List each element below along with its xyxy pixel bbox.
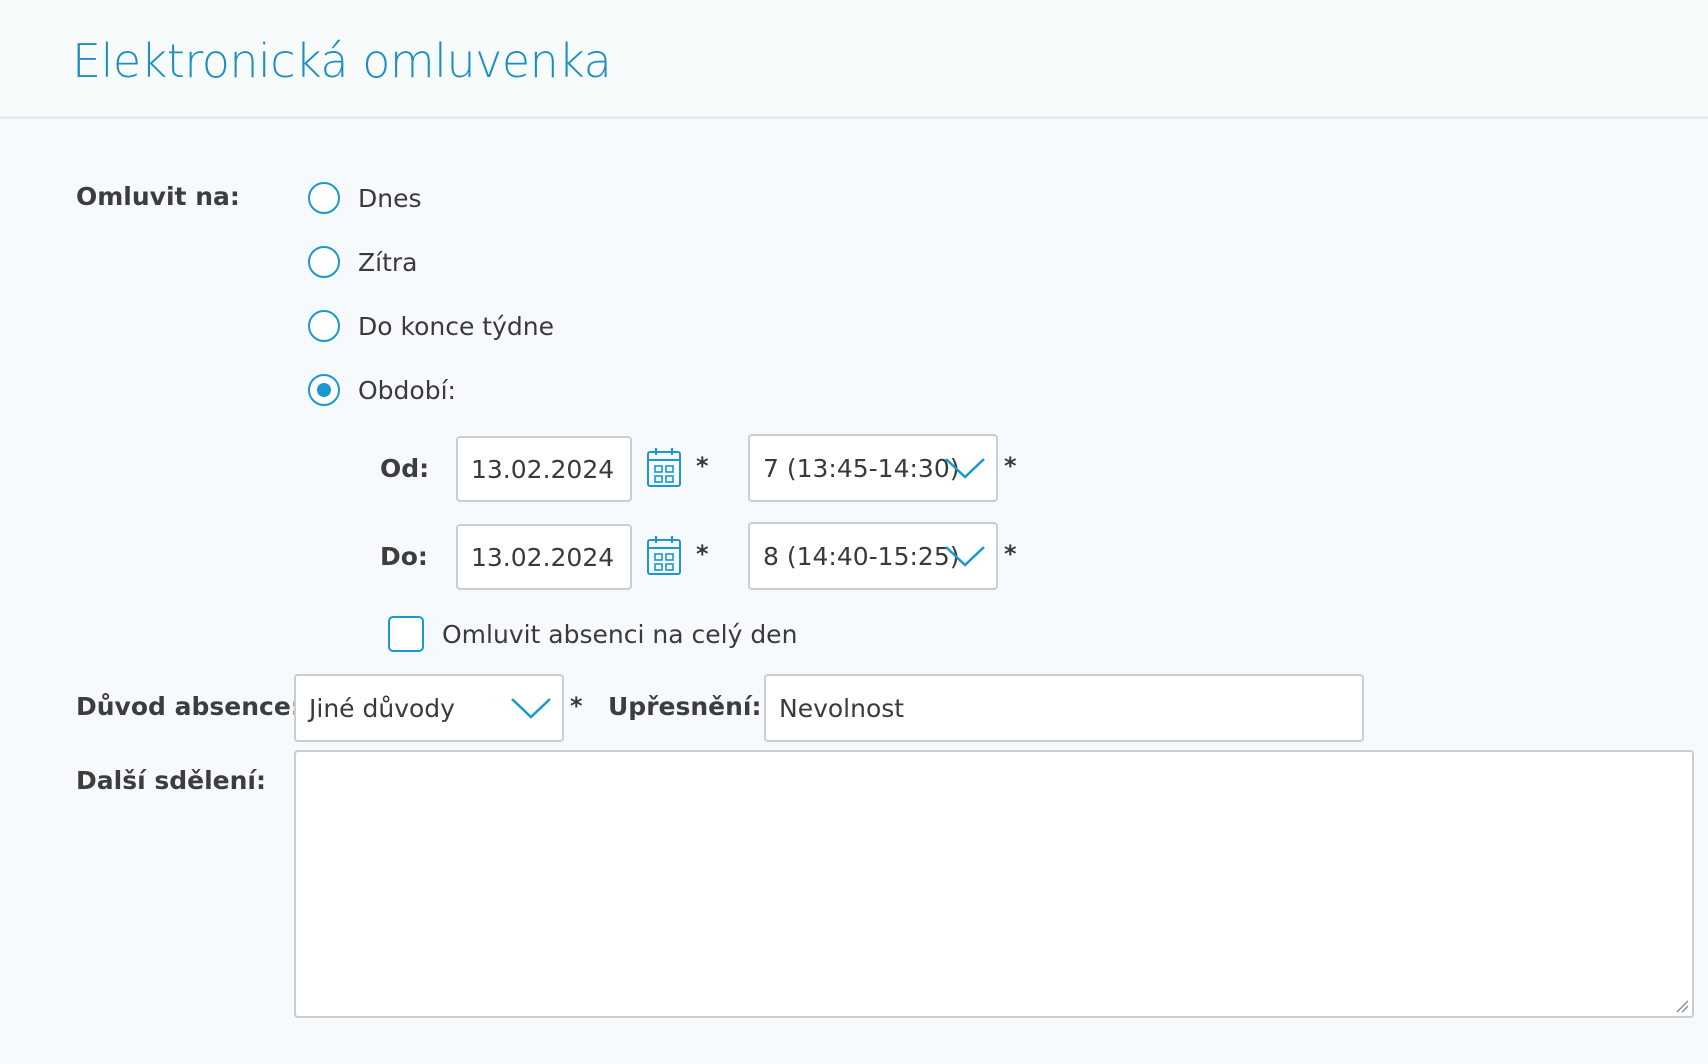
radio-end-of-week[interactable]: Do konce týdne bbox=[308, 308, 554, 344]
radio-label-period: Období: bbox=[358, 375, 456, 405]
from-lesson-select[interactable]: 7 (13:45-14:30) bbox=[748, 434, 998, 502]
radio-period[interactable]: Období: bbox=[308, 372, 456, 408]
calendar-icon[interactable] bbox=[646, 534, 682, 576]
radio-tomorrow[interactable]: Zítra bbox=[308, 244, 417, 280]
required-mark: * bbox=[696, 452, 709, 480]
radio-label-today: Dnes bbox=[358, 183, 422, 213]
radio-button-checked[interactable] bbox=[308, 374, 340, 406]
radio-button[interactable] bbox=[308, 246, 340, 278]
required-mark: * bbox=[696, 540, 709, 568]
from-lesson-value: 7 (13:45-14:30) bbox=[763, 453, 960, 483]
chevron-down-icon bbox=[511, 698, 551, 719]
reason-value: Jiné důvody bbox=[309, 693, 455, 723]
detail-label: Upřesnění: bbox=[608, 692, 762, 721]
to-date-input[interactable]: 13.02.2024 bbox=[456, 524, 632, 590]
page-title: Elektronická omluvenka bbox=[72, 34, 612, 88]
to-lesson-select[interactable]: 8 (14:40-15:25) bbox=[748, 522, 998, 590]
detail-value: Nevolnost bbox=[779, 693, 905, 723]
calendar-icon[interactable] bbox=[646, 446, 682, 488]
radio-today[interactable]: Dnes bbox=[308, 180, 422, 216]
whole-day-checkbox-row[interactable]: Omluvit absenci na celý den bbox=[388, 616, 797, 652]
to-lesson-value: 8 (14:40-15:25) bbox=[763, 541, 960, 571]
chevron-down-icon bbox=[945, 546, 985, 567]
from-date-input[interactable]: 13.02.2024 bbox=[456, 436, 632, 502]
chevron-down-icon bbox=[945, 458, 985, 479]
excuse-for-label: Omluvit na: bbox=[76, 182, 240, 211]
whole-day-label: Omluvit absenci na celý den bbox=[442, 619, 798, 649]
from-label: Od: bbox=[380, 454, 430, 483]
required-mark: * bbox=[1004, 452, 1017, 480]
radio-button[interactable] bbox=[308, 310, 340, 342]
detail-input[interactable]: Nevolnost bbox=[764, 674, 1364, 742]
whole-day-checkbox[interactable] bbox=[388, 616, 424, 652]
reason-select[interactable]: Jiné důvody bbox=[294, 674, 564, 742]
required-mark: * bbox=[570, 692, 583, 720]
radio-label-tomorrow: Zítra bbox=[358, 247, 418, 277]
radio-label-end-of-week: Do konce týdne bbox=[358, 311, 554, 341]
resize-grip-icon[interactable] bbox=[1675, 999, 1689, 1013]
reason-label: Důvod absence: bbox=[76, 692, 301, 721]
page-header: Elektronická omluvenka bbox=[0, 0, 1708, 119]
message-textarea[interactable] bbox=[294, 750, 1694, 1018]
radio-button[interactable] bbox=[308, 182, 340, 214]
to-date-value: 13.02.2024 bbox=[471, 542, 615, 572]
message-label: Další sdělení: bbox=[76, 766, 266, 795]
required-mark: * bbox=[1004, 540, 1017, 568]
to-label: Do: bbox=[380, 542, 428, 571]
from-date-value: 13.02.2024 bbox=[471, 454, 615, 484]
